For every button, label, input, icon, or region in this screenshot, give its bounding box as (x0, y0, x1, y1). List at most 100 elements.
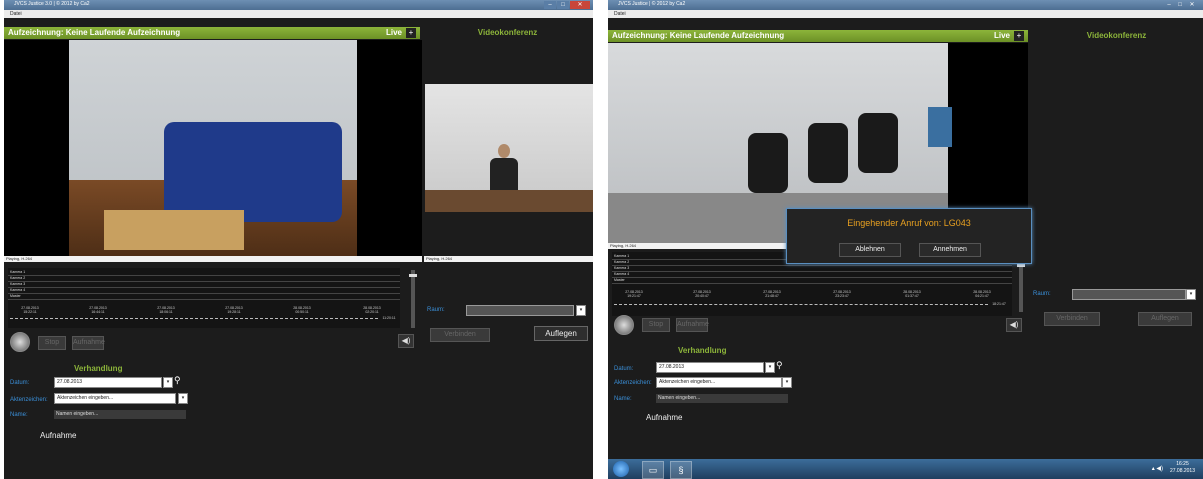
stop-button[interactable]: Stop (642, 318, 670, 332)
recording-status-bar: Aufzeichnung: Keine Laufende Aufzeichnun… (608, 30, 1028, 42)
raum-select[interactable] (1072, 289, 1186, 300)
stop-button[interactable]: Stop (38, 336, 66, 350)
hangup-button[interactable]: Auflegen (1138, 312, 1192, 326)
window-title: JVCS Justice | © 2012 by Ca2 (618, 1, 686, 7)
playback-dial[interactable] (614, 315, 634, 335)
timeline-timestamp: 28.08.2013 02:20:11 (363, 306, 381, 314)
aufnahme-button[interactable]: Aufnahme (40, 431, 76, 440)
timeline-track: Master (8, 294, 400, 300)
aufnahme-button[interactable]: Aufnahme (646, 413, 682, 422)
playback-dial[interactable] (10, 332, 30, 352)
connect-button[interactable]: Verbinden (430, 328, 490, 342)
timeline-timestamp: 27.08.2013 23:23:47 (833, 290, 851, 298)
video-chair (808, 123, 848, 183)
timeline-timestamp: 27.08.2013 15:22:11 (21, 306, 39, 314)
timeline-ruler (10, 318, 378, 321)
timeline-timestamp: 28.08.2013 00:50:11 (293, 306, 311, 314)
app-window-left: JVCS Justice 3.0 | © 2012 by Ca2 – □ ✕ D… (4, 0, 593, 479)
playbar-main: Playing, H.264 (4, 256, 422, 262)
aktenzeichen-label: Aktenzeichen: (10, 397, 48, 403)
window-title: JVCS Justice 3.0 | © 2012 by Ca2 (14, 1, 90, 7)
timeline-timestamp: 27.08.2013 18:06:11 (157, 306, 175, 314)
minimize-icon[interactable]: – (544, 1, 556, 9)
timeline[interactable]: Kamera 1 Kamera 2 Kamera 3 Kamera 4 Mast… (8, 268, 400, 328)
chevron-down-icon[interactable]: ▾ (765, 362, 775, 373)
chevron-down-icon[interactable]: ▾ (163, 377, 173, 388)
close-icon[interactable]: ✕ (1186, 1, 1198, 9)
folder-icon[interactable]: ▭ (642, 461, 664, 479)
raum-label: Raum: (427, 307, 445, 313)
timeline-timestamp: 27.08.2013 19:21:47 (625, 290, 643, 298)
volume-slider-knob[interactable] (1017, 264, 1025, 267)
timeline-end-time: 18:21:47 (992, 302, 1006, 306)
video-desk (425, 190, 593, 212)
aktenzeichen-field[interactable]: Aktenzeichen eingeben... (656, 377, 782, 388)
volume-slider[interactable] (411, 270, 415, 328)
timeline-timestamp: 28.08.2013 01:37:47 (903, 290, 921, 298)
video-sofa (164, 122, 342, 222)
side-video-panel (422, 40, 593, 256)
app-window-right: JVCS Justice | © 2012 by Ca2 – □ ✕ Datei… (608, 0, 1203, 479)
datum-field[interactable]: 27.08.2013 (54, 377, 162, 388)
chevron-down-icon[interactable]: ▾ (782, 377, 792, 388)
chevron-down-icon[interactable]: ▾ (1186, 289, 1196, 300)
hangup-button[interactable]: Auflegen (534, 326, 588, 341)
menu-datei[interactable]: Datei (10, 10, 22, 18)
name-field[interactable]: Namen eingeben... (656, 394, 788, 403)
name-field[interactable]: Namen eingeben... (54, 410, 186, 419)
decline-button[interactable]: Ablehnen (839, 243, 901, 257)
incoming-call-title: Eingehender Anruf von: LG043 (847, 218, 971, 228)
record-button[interactable]: Aufnahme (72, 336, 105, 350)
aktenzeichen-field[interactable]: Aktenzeichen eingeben... (54, 393, 176, 404)
system-clock[interactable]: 16:25 27.08.2013 (1170, 461, 1195, 475)
search-icon[interactable]: ⚲ (776, 360, 783, 371)
speaker-icon[interactable]: ◀) (1006, 318, 1022, 332)
live-add-button[interactable]: + (406, 28, 416, 38)
volume-slider[interactable] (1019, 262, 1023, 312)
maximize-icon[interactable]: □ (557, 1, 569, 9)
video-person-head (498, 144, 510, 158)
windows-start-orb-icon[interactable] (613, 461, 629, 477)
timeline-timestamp: 28.08.2013 04:21:47 (973, 290, 991, 298)
recording-status-bar: Aufzeichnung: Keine Laufende Aufzeichnun… (4, 27, 420, 39)
video-chair (858, 113, 898, 173)
aktenzeichen-label: Aktenzeichen: (614, 380, 652, 386)
datum-field[interactable]: 27.08.2013 (656, 362, 764, 373)
timeline-timestamp: 27.08.2013 21:48:47 (763, 290, 781, 298)
connect-button[interactable]: Verbinden (1044, 312, 1100, 326)
datum-label: Datum: (614, 366, 634, 372)
menu-datei[interactable]: Datei (614, 10, 626, 18)
main-video (4, 40, 422, 256)
incoming-call-dialog: Eingehender Anruf von: LG043 Ablehnen An… (786, 208, 1032, 264)
speaker-icon[interactable]: ◀) (398, 334, 414, 348)
maximize-icon[interactable]: □ (1175, 1, 1185, 9)
chevron-down-icon[interactable]: ▾ (576, 305, 586, 316)
app-icon[interactable]: § (670, 461, 692, 479)
close-icon[interactable]: ✕ (570, 1, 590, 9)
section-title: Verhandlung (74, 364, 123, 373)
title-bar: JVCS Justice | © 2012 by Ca2 – □ ✕ (608, 0, 1203, 10)
playbar-side: Playing, H.264 (424, 256, 593, 262)
video-chair (748, 133, 788, 193)
section-title: Verhandlung (678, 346, 727, 355)
record-button[interactable]: Aufnahme (676, 318, 709, 332)
menu-bar: Datei (608, 10, 1203, 18)
timeline-track: Master (612, 278, 1012, 284)
tray-icons[interactable]: ▴ ◀) (1152, 465, 1163, 472)
volume-slider-knob[interactable] (409, 274, 417, 277)
timeline-end-time: 11:20:11 (382, 316, 396, 320)
live-add-button[interactable]: + (1014, 31, 1024, 41)
chevron-down-icon[interactable]: ▾ (178, 393, 188, 404)
raum-select[interactable] (466, 305, 574, 316)
datum-label: Datum: (10, 380, 30, 386)
accept-button[interactable]: Annehmen (919, 243, 981, 257)
minimize-icon[interactable]: – (1164, 1, 1174, 9)
name-label: Name: (10, 412, 28, 418)
search-icon[interactable]: ⚲ (174, 375, 181, 386)
live-label: Live (994, 31, 1011, 40)
raum-label: Raum: (1033, 291, 1051, 297)
taskbar: ▭ § ▴ ◀) 16:25 27.08.2013 (608, 459, 1203, 479)
recording-status: Aufzeichnung: Keine Laufende Aufzeichnun… (8, 28, 181, 37)
videoconference-header: Videokonferenz (1086, 31, 1147, 40)
name-label: Name: (614, 396, 632, 402)
